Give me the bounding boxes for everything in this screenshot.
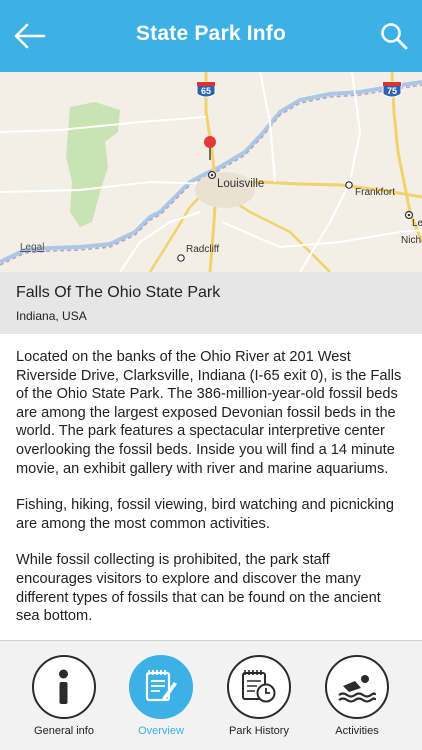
tab-overview[interactable]: Overview [112,641,210,750]
park-map[interactable]: 65 75 Louisville Frankfort Radcliff Le N… [0,72,422,272]
description-paragraph: Fishing, hiking, fossil viewing, bird wa… [16,497,395,532]
map-label-nich: Nich [401,235,422,246]
park-location: Indiana, USA [16,309,87,323]
history-clock-icon [242,670,276,703]
tab-general-info[interactable]: General info [15,641,113,750]
tab-label: Activities [335,725,379,737]
search-icon [381,23,408,50]
notepad-pen-icon [145,670,177,702]
tab-label: General info [34,725,94,737]
park-name: Falls Of The Ohio State Park [16,284,221,301]
tab-icon-circle [325,655,389,719]
swimmer-icon [338,675,377,703]
tab-icon-circle [227,655,291,719]
map-label-frankfort: Frankfort [355,187,396,198]
map-label-le: Le [412,218,422,229]
page-title: State Park Info [135,22,287,45]
map-shield-i65: 65 [200,86,211,96]
description-paragraph: While fossil collecting is prohibited, t… [16,552,381,625]
tab-park-history[interactable]: Park History [210,641,308,750]
map-label-louisville: Louisville [217,178,265,190]
map-shield-i75: 75 [386,86,397,96]
bottom-tab-bar: General info Overview Park History Activ… [0,640,422,750]
map-graphic [0,72,422,272]
tab-activities[interactable]: Activities [308,641,406,750]
tab-label: Park History [229,725,289,737]
park-description: Located on the banks of the Ohio River a… [16,348,408,638]
search-button[interactable] [378,20,410,52]
park-info-bar: Falls Of The Ohio State Park Indiana, US… [0,272,422,334]
top-bar: State Park Info [0,0,422,72]
description-paragraph: Located on the banks of the Ohio River a… [16,349,402,477]
tab-label: Overview [138,725,184,737]
info-icon [59,669,68,704]
tab-icon-circle [32,655,96,719]
tab-icon-circle [129,655,193,719]
map-label-radcliff: Radcliff [186,244,220,255]
map-legal-link[interactable]: Legal [20,242,44,253]
